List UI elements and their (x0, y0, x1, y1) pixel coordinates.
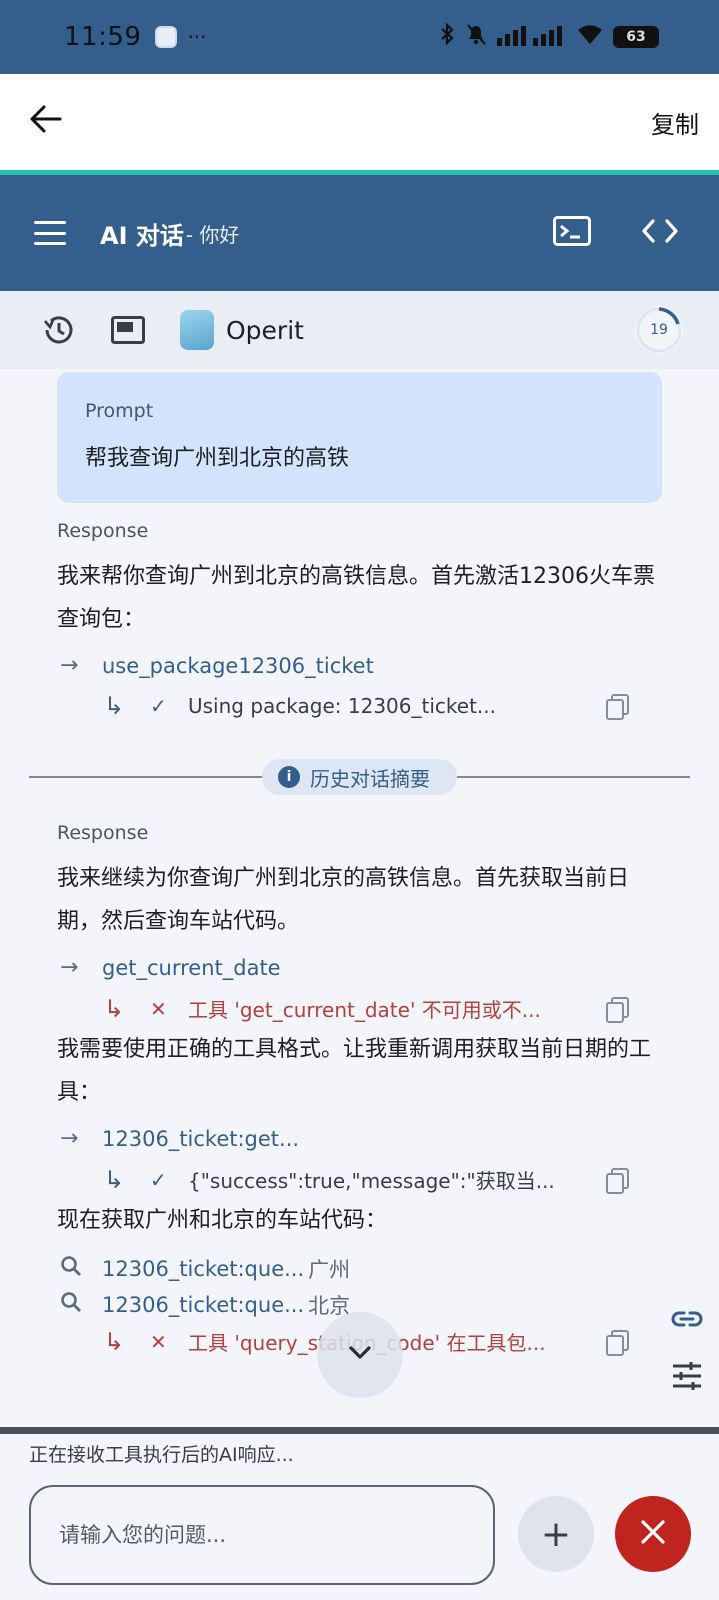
tool-result-text: {"success":true,"message":"获取当... (188, 1169, 555, 1193)
add-button[interactable]: + (518, 1496, 594, 1572)
receiving-status: 正在接收工具执行后的AI响应... (29, 1444, 294, 1466)
check-icon: ✓ (150, 1167, 167, 1192)
history-icon[interactable] (40, 312, 76, 348)
copy-icon[interactable] (606, 996, 629, 1023)
menu-icon[interactable] (34, 221, 66, 245)
top-bar: 复制 (0, 74, 719, 170)
status-icons: 63 (439, 22, 659, 52)
model-avatar (180, 310, 214, 350)
search-icon (60, 1291, 84, 1319)
tool-result-success[interactable]: ↳ ✓ Using package: 12306_ticket... (104, 692, 629, 720)
scroll-to-bottom-button[interactable] (317, 1312, 403, 1398)
mute-bell-icon (465, 22, 487, 52)
token-count: 19 (650, 322, 668, 338)
tool-args: 12306_ticket (238, 653, 374, 678)
prompt-card: Prompt 帮我查询广州到北京的高铁 (57, 372, 662, 503)
copy-icon[interactable] (606, 1329, 629, 1356)
check-icon: ✓ (150, 694, 167, 718)
prompt-label: Prompt (85, 400, 154, 422)
wifi-icon (577, 23, 603, 51)
response-text: 现在获取广州和北京的车站代码： (57, 1208, 388, 1233)
arrow-right-icon: → (60, 1126, 79, 1151)
chat-messages: Prompt 帮我查询广州到北京的高铁 Response 我来帮你查询广州到北京… (0, 369, 719, 1427)
subdirectory-arrow-icon: ↳ (104, 692, 125, 720)
battery-indicator: 63 (613, 26, 659, 48)
message-input-box[interactable] (29, 1485, 495, 1585)
tool-result-text: Using package: 12306_ticket... (188, 694, 496, 718)
tune-icon[interactable] (671, 1361, 703, 1395)
tool-name: get_current_date (102, 955, 281, 980)
tool-name: 12306_ticket:que... (102, 1257, 305, 1281)
progress-line (0, 1427, 719, 1434)
arrow-right-icon: → (60, 653, 79, 678)
tool-result-text: 工具 'get_current_date' 不可用或不... (188, 998, 541, 1022)
response-label: Response (57, 520, 149, 542)
copy-button[interactable]: 复制 (651, 105, 699, 140)
history-summary-label: 历史对话摘要 (310, 766, 430, 791)
history-summary-chip[interactable]: i 历史对话摘要 (262, 759, 457, 795)
signal-icon (497, 22, 567, 52)
subdirectory-arrow-icon: ↳ (104, 1165, 125, 1194)
arrow-right-icon: → (60, 955, 79, 980)
picture-in-picture-icon[interactable] (110, 312, 146, 348)
chat-toolbar: Operit 19 (0, 291, 719, 369)
tool-call[interactable]: → get_current_date (60, 955, 281, 980)
status-time: 11:59 (64, 22, 142, 52)
tool-call[interactable]: → 12306_ticket:get... (60, 1126, 299, 1151)
subdirectory-arrow-icon: ↳ (104, 994, 125, 1023)
terminal-icon[interactable] (553, 216, 591, 250)
notification-app-icon (155, 26, 178, 48)
message-input[interactable] (59, 1523, 465, 1547)
copy-icon[interactable] (606, 694, 629, 720)
tool-name: 12306_ticket:get... (102, 1126, 300, 1151)
chat-subtitle: - 你好 (185, 222, 240, 247)
chevron-down-icon (348, 1345, 372, 1365)
copy-icon[interactable] (606, 1167, 629, 1194)
link-icon[interactable] (671, 1307, 703, 1335)
tool-args: 广州 (308, 1258, 351, 1282)
back-arrow-icon[interactable] (28, 104, 62, 140)
tool-name: use_package (102, 653, 239, 678)
bluetooth-icon (439, 22, 455, 52)
close-icon: ✕ (150, 1329, 167, 1354)
model-name[interactable]: Operit (226, 316, 304, 345)
app-title: AI 对话 (100, 221, 184, 250)
response-text: 我需要使用正确的工具格式。让我重新调用获取当前日期的工具： (57, 1037, 652, 1105)
tool-result-error[interactable]: ↳ ✕ 工具 'get_current_date' 不可用或不... (104, 994, 629, 1023)
tool-call[interactable]: 12306_ticket:que... 广州 (60, 1254, 350, 1284)
info-icon: i (278, 766, 300, 788)
status-more-dots: ··· (187, 25, 207, 49)
plus-icon: + (540, 1513, 572, 1555)
subdirectory-arrow-icon: ↳ (104, 1327, 125, 1356)
cancel-button[interactable] (615, 1496, 691, 1572)
response-text: 我来帮你查询广州到北京的高铁信息。首先激活12306火车票查询包： (57, 564, 655, 632)
close-icon (640, 1519, 666, 1549)
code-icon[interactable] (641, 218, 679, 248)
tool-call[interactable]: → use_package 12306_ticket (60, 653, 374, 678)
token-progress-ring[interactable]: 19 (635, 306, 683, 354)
search-icon (60, 1255, 84, 1283)
status-bar: 11:59 ··· 63 (0, 0, 719, 74)
tool-result-success[interactable]: ↳ ✓ {"success":true,"message":"获取当... (104, 1165, 629, 1194)
tool-call[interactable]: 12306_ticket:que... 北京 (60, 1290, 350, 1320)
tool-name: 12306_ticket:que... (102, 1293, 305, 1317)
response-label: Response (57, 822, 149, 844)
close-icon: ✕ (150, 996, 167, 1021)
response-text: 我来继续为你查询广州到北京的高铁信息。首先获取当前日期，然后查询车站代码。 (57, 866, 630, 934)
prompt-text: 帮我查询广州到北京的高铁 (85, 446, 350, 471)
app-bar: AI 对话 - 你好 (0, 175, 719, 291)
